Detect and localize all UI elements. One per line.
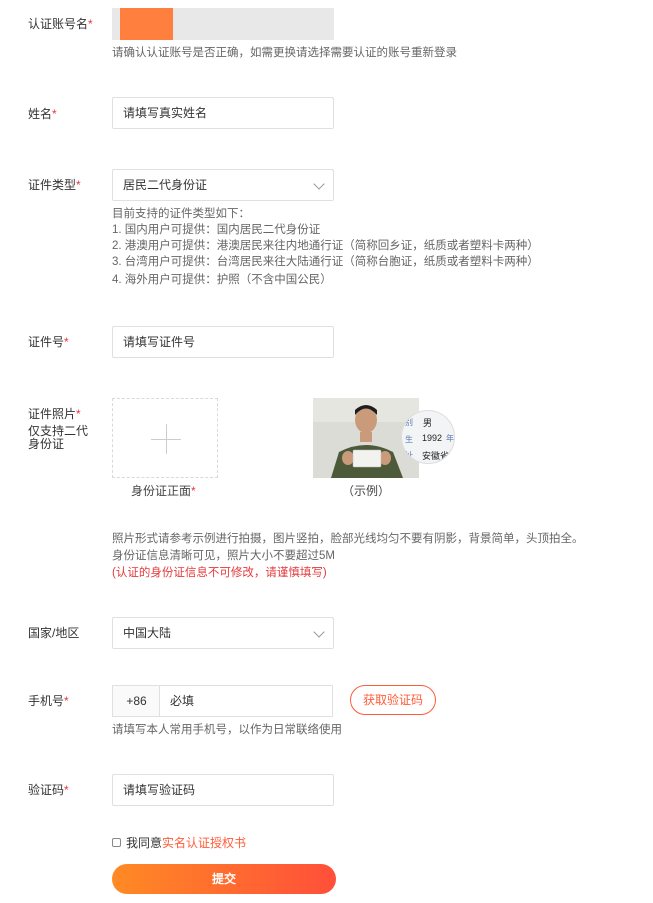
submit-button[interactable]: 提交 xyxy=(112,864,336,894)
verify-code-input[interactable]: 请填写验证码 xyxy=(112,774,334,806)
country-select[interactable]: 中国大陆 xyxy=(112,617,334,649)
id-number-label: 证件号* xyxy=(28,335,69,349)
id-type-label: 证件类型* xyxy=(28,178,81,192)
id-type-note-0: 目前支持的证件类型如下： xyxy=(112,208,250,220)
photo-hint-2: 身份证信息清晰可见，照片大小不要超过5M xyxy=(112,550,335,562)
photo-hint-1: 照片形式请参考示例进行拍摄，图片竖拍，脸部光线均匀不要有阴影，背景简单，头顶拍全… xyxy=(112,533,584,545)
name-label: 姓名* xyxy=(28,107,57,121)
agreement-link[interactable]: 实名认证授权书 xyxy=(162,836,246,850)
example-zoom-card: 别 男 生 1992 年 址 安徽省 xyxy=(401,410,455,464)
verify-code-label: 验证码* xyxy=(28,783,69,797)
phone-hint: 请填写本人常用手机号，以作为日常联络使用 xyxy=(112,724,342,736)
zoom-year: 1992 xyxy=(422,433,443,443)
agreement-text: 我同意实名认证授权书 xyxy=(126,836,247,850)
id-type-select[interactable]: 居民二代身份证 xyxy=(112,169,334,201)
phone-input[interactable]: 必填 xyxy=(159,685,333,717)
account-label: 认证账号名* xyxy=(28,17,93,31)
example-caption: （示例） xyxy=(342,484,391,498)
real-name-input[interactable]: 请填写真实姓名 xyxy=(112,97,334,129)
agree-checkbox[interactable] xyxy=(112,838,121,847)
id-type-note-2: 2. 港澳用户可提供：港澳居民来往内地通行证（简称回乡证，纸质或者塑料卡两种） xyxy=(112,240,539,252)
example-photo: 别 男 生 1992 年 址 安徽省 xyxy=(313,398,455,478)
id-type-note-1: 1. 国内用户可提供：国内居民二代身份证 xyxy=(112,224,321,236)
id-photo-label: 证件照片* xyxy=(28,407,81,421)
country-label: 国家/地区 xyxy=(28,626,80,640)
account-avatar-masked xyxy=(120,8,173,40)
phone-label: 手机号* xyxy=(28,694,69,708)
plus-icon-v xyxy=(166,424,167,454)
phone-country-code[interactable]: +86 xyxy=(112,685,160,717)
zoom-side-3: 址 xyxy=(405,451,413,460)
id-type-note-4: 4. 海外用户可提供：护照（不含中国公民） xyxy=(112,274,332,286)
id-type-note-3: 3. 台湾用户可提供：台湾居民来往大陆通行证（简称台胞证，纸质或者塑料卡两种） xyxy=(112,256,539,268)
zoom-year-suffix: 年 xyxy=(446,434,454,443)
chevron-down-icon xyxy=(313,626,325,638)
photo-warning: (认证的身份证信息不可修改，请谨慎填写) xyxy=(112,567,327,579)
upload-caption: 身份证正面* xyxy=(131,484,196,498)
account-display xyxy=(112,8,334,40)
zoom-gender: 男 xyxy=(423,418,433,428)
get-code-button[interactable]: 获取验证码 xyxy=(350,685,436,715)
chevron-down-icon xyxy=(313,178,325,190)
zoom-side-1: 别 xyxy=(405,418,413,427)
account-hint: 请确认认证账号是否正确，如需更换请选择需要认证的账号重新登录 xyxy=(112,47,457,59)
id-photo-sublabel-2: 身份证 xyxy=(28,437,65,451)
zoom-side-2: 生 xyxy=(405,435,413,444)
id-front-upload[interactable] xyxy=(112,398,218,478)
zoom-address: 安徽省 xyxy=(422,451,450,461)
id-number-input[interactable]: 请填写证件号 xyxy=(112,326,334,358)
